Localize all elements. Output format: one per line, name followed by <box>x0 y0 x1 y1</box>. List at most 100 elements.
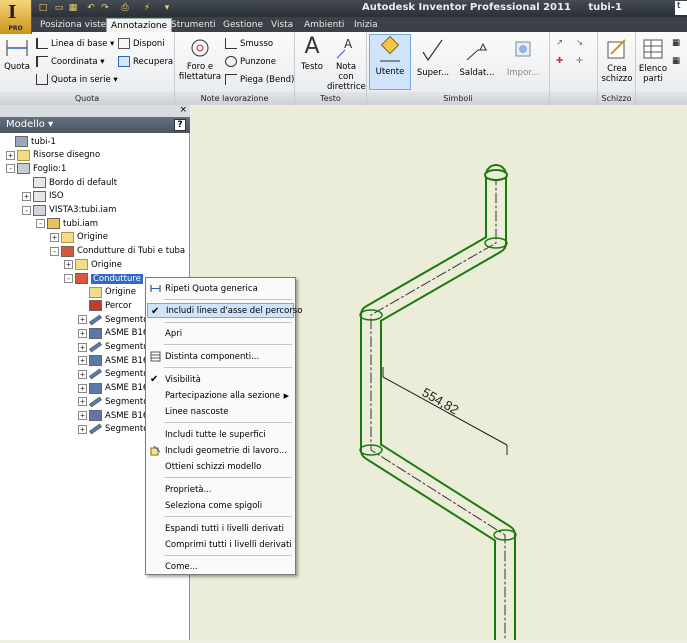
menu-item-include-centerlines[interactable]: ✔ Includi linee d'asse del percorso <box>147 303 302 318</box>
tree-node[interactable]: - Condutture di Tubi e tuba <box>50 245 185 258</box>
expand-toggle-icon[interactable]: - <box>6 164 15 174</box>
tab-annotazione[interactable]: Annotazione <box>106 18 173 32</box>
expand-toggle-icon[interactable]: + <box>78 342 87 352</box>
create-sketch-button[interactable]: Crea schizzo <box>599 36 635 84</box>
center-cross-icon[interactable]: ✚ <box>556 56 563 66</box>
tree-node[interactable]: + Segmento <box>78 368 148 381</box>
text-button[interactable]: A Testo <box>298 34 326 72</box>
menu-item-hidden-lines[interactable]: Linee nascoste <box>147 404 294 419</box>
baseline-dimension-button[interactable]: Linea di base ▾ <box>36 38 114 49</box>
menu-item-how-to[interactable]: Come... <box>147 559 294 574</box>
tree-node[interactable]: + Origine <box>64 258 122 271</box>
help-search-input[interactable]: t <box>675 1 687 15</box>
tab-strumenti[interactable]: Strumenti <box>167 18 220 32</box>
tree-node[interactable]: - VISTA3:tubi.iam <box>22 204 116 217</box>
tree-node[interactable]: + Segmento <box>78 313 148 326</box>
tree-node[interactable]: + ASME B16 <box>78 409 148 422</box>
tree-node[interactable]: tubi-1 <box>4 135 56 148</box>
leader-text-button[interactable]: A Nota con direttrice <box>327 36 366 92</box>
close-icon[interactable]: × <box>179 105 187 115</box>
expand-toggle-icon[interactable]: - <box>36 219 45 229</box>
menu-item-select-as-edges[interactable]: Seleziona come spigoli <box>147 498 294 513</box>
menu-item-collapse-all[interactable]: Comprimi tutti i livelli derivati <box>147 537 294 552</box>
tree-node[interactable]: + ASME B16 <box>78 382 148 395</box>
chamfer-button[interactable]: Smusso <box>225 38 273 49</box>
center-mark-icon[interactable]: ↘ <box>576 38 583 48</box>
tab-posiziona-viste[interactable]: Posiziona viste <box>36 18 110 32</box>
tree-node[interactable]: Origine <box>78 286 136 299</box>
menu-item-section-participation[interactable]: Partecipazione alla sezione ▶ <box>147 388 294 403</box>
tab-vista[interactable]: Vista <box>267 18 297 32</box>
expand-toggle-icon[interactable]: + <box>78 397 87 407</box>
open-folder-icon[interactable]: ▭ <box>52 2 66 14</box>
tree-node[interactable]: Bordo di default <box>22 176 117 189</box>
parts-list-button[interactable]: Elenco parti <box>638 36 668 84</box>
tree-node[interactable]: + Origine <box>50 231 108 244</box>
expand-toggle-icon[interactable]: + <box>78 369 87 379</box>
expand-toggle-icon[interactable]: + <box>22 191 31 201</box>
tree-node[interactable]: + ASME B16 <box>78 327 148 340</box>
tab-gestione[interactable]: Gestione <box>219 18 267 32</box>
expand-toggle-icon[interactable]: + <box>78 424 87 434</box>
menu-item-open[interactable]: Apri <box>147 326 294 341</box>
tree-node[interactable]: + Segmento <box>78 341 148 354</box>
expand-toggle-icon[interactable]: + <box>50 232 59 242</box>
tree-node[interactable]: + Segmento <box>78 395 148 408</box>
expand-toggle-icon[interactable]: + <box>78 411 87 420</box>
menu-item-expand-all[interactable]: Espandi tutti i livelli derivati <box>147 521 294 536</box>
ordinate-dimension-button[interactable]: Coordinata ▾ <box>36 56 105 67</box>
tree-node[interactable]: + ISO <box>22 190 64 203</box>
revision-table-icon[interactable]: ▦ <box>672 56 680 66</box>
update-icon[interactable]: ⚡ <box>140 2 154 14</box>
expand-toggle-icon[interactable]: + <box>78 315 87 325</box>
new-file-icon[interactable]: □ <box>36 2 50 14</box>
menu-item-properties[interactable]: Proprietà... <box>147 482 294 497</box>
tab-inizia[interactable]: Inizia <box>350 18 382 32</box>
user-symbol-button[interactable]: Utente <box>369 34 411 90</box>
menu-item-include-work-geometry[interactable]: Includi geometrie di lavoro... <box>147 443 294 458</box>
surface-symbol-button[interactable]: Super... <box>413 36 453 78</box>
table-icon[interactable]: ▦ <box>672 38 680 48</box>
expand-toggle-icon[interactable]: - <box>50 246 59 256</box>
tree-node[interactable]: - Foglio:1 <box>6 162 66 175</box>
print-icon[interactable]: ⎙ <box>118 2 132 14</box>
center-pattern-icon[interactable]: ✛ <box>576 56 583 66</box>
retrieve-button[interactable]: Recupera <box>118 56 173 67</box>
import-symbol-button[interactable]: Impor... <box>501 36 545 78</box>
menu-item-bom[interactable]: Distinta componenti... <box>147 349 294 364</box>
browser-header[interactable]: Modello ▾ ? <box>0 117 190 133</box>
bend-button[interactable]: Piega (Bend) <box>225 74 294 85</box>
application-menu-button[interactable]: I PRO <box>0 0 32 34</box>
tree-node[interactable]: - tubi.iam <box>36 217 98 230</box>
save-icon[interactable]: ▦ <box>66 2 80 14</box>
arrange-button[interactable]: Disponi <box>118 38 165 49</box>
menu-item-repeat-dimension[interactable]: Ripeti Quota generica <box>147 281 294 296</box>
tree-node[interactable]: - Condutture <box>64 272 143 285</box>
redo-icon[interactable]: ↷ <box>98 2 112 14</box>
help-icon[interactable]: ? <box>174 119 186 131</box>
tab-ambienti[interactable]: Ambienti <box>300 18 348 32</box>
quota-button[interactable]: Quota <box>3 36 31 72</box>
quick-access-dropdown-icon[interactable]: ▾ <box>160 2 174 14</box>
hole-thread-button[interactable]: Foro e filettatura <box>178 36 222 82</box>
expand-toggle-icon[interactable]: - <box>64 274 73 283</box>
menu-item-visibility[interactable]: ✔ Visibilità <box>147 372 294 387</box>
menu-item-include-surfaces[interactable]: Includi tutte le superfici <box>147 427 294 442</box>
dimension-value[interactable]: 554,82 <box>420 385 462 418</box>
tree-node[interactable]: Percor <box>78 299 132 312</box>
expand-toggle-icon[interactable]: + <box>6 150 15 160</box>
expand-toggle-icon[interactable]: + <box>64 260 73 270</box>
expand-toggle-icon[interactable]: + <box>78 356 87 366</box>
tree-node[interactable]: + Segmento <box>78 423 148 436</box>
tree-node[interactable]: + ASME B16 <box>78 354 148 367</box>
expand-toggle-icon[interactable]: + <box>78 328 87 338</box>
chain-dimension-button[interactable]: Quota in serie ▾ <box>36 74 118 85</box>
tree-node[interactable]: + Risorse disegno <box>6 149 100 162</box>
punch-button[interactable]: Punzone <box>225 56 276 67</box>
welding-symbol-button[interactable]: Saldat... <box>455 36 499 78</box>
undo-icon[interactable]: ↶ <box>84 2 98 14</box>
expand-toggle-icon[interactable]: - <box>22 205 31 215</box>
menu-item-get-model-sketches[interactable]: Ottieni schizzi modello <box>147 459 294 474</box>
expand-toggle-icon[interactable]: + <box>78 383 87 393</box>
centerline-icon[interactable]: ↗ <box>556 38 563 48</box>
